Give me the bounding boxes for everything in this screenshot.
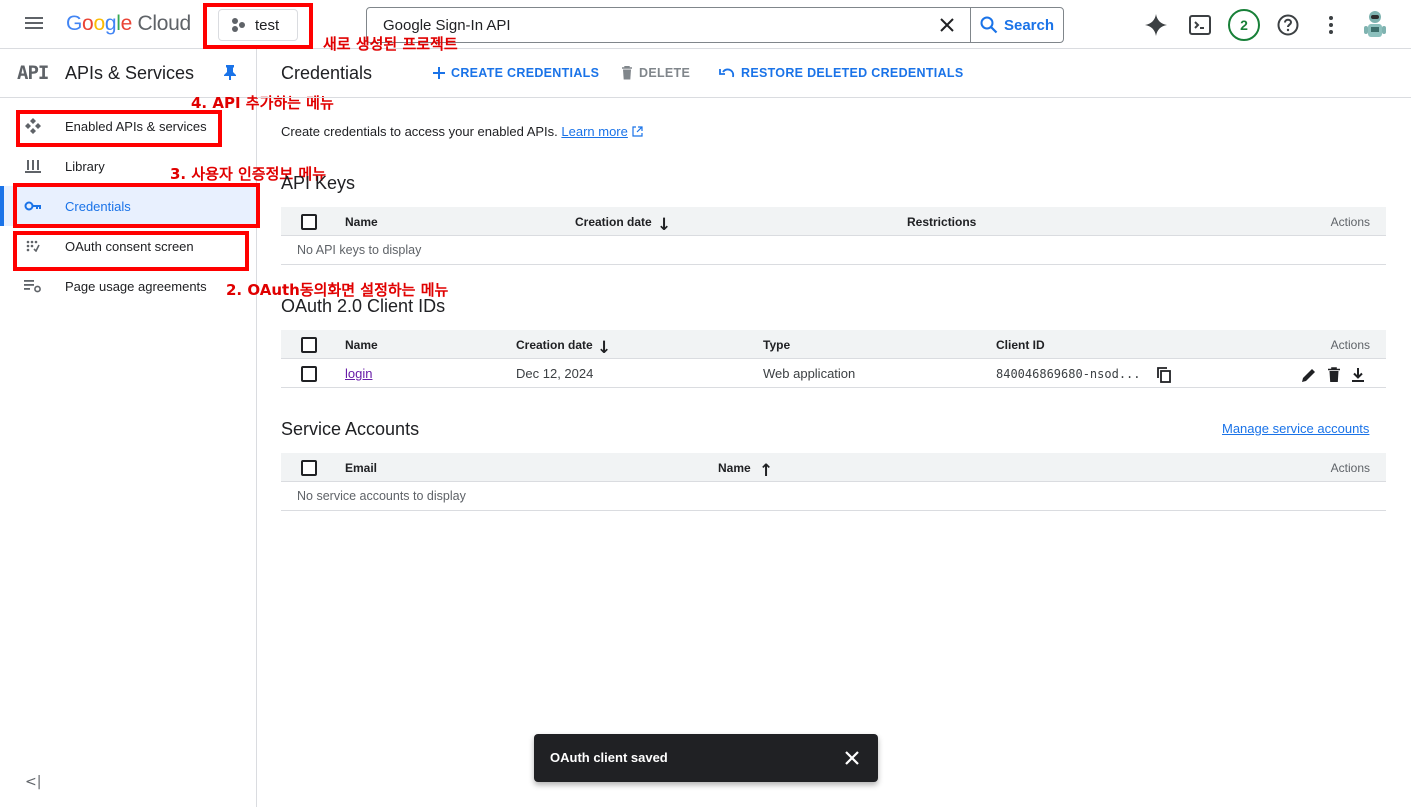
col-actions: Actions <box>1330 338 1370 352</box>
snackbar: OAuth client saved <box>534 734 878 782</box>
col-actions: Actions <box>1330 461 1370 475</box>
create-credentials-button[interactable]: CREATE CREDENTIALS <box>433 66 599 80</box>
close-icon[interactable] <box>840 746 864 770</box>
service-accounts-title: Service Accounts <box>281 419 420 439</box>
annotation-box-enabled-apis <box>16 110 222 147</box>
search-button-label: Search <box>1003 16 1055 34</box>
edit-pencil-icon[interactable] <box>1301 367 1319 385</box>
table-header: Name Creation date ↓ Type Client ID Acti… <box>281 330 1386 359</box>
col-client-id[interactable]: Client ID <box>996 338 1045 352</box>
plus-icon <box>433 67 445 79</box>
col-name[interactable]: Name <box>345 338 378 352</box>
sidebar-item-label: Library <box>65 158 105 174</box>
sort-asc-icon[interactable]: ↑ <box>759 461 773 481</box>
help-icon[interactable] <box>1273 10 1303 40</box>
google-cloud-logo[interactable]: Google Cloud <box>66 12 191 36</box>
learn-more-link[interactable]: Learn more <box>561 124 627 139</box>
empty-message: No service accounts to display <box>297 489 466 503</box>
pin-icon[interactable] <box>223 64 237 85</box>
select-all-checkbox[interactable] <box>301 460 317 476</box>
library-icon <box>24 157 42 175</box>
sidebar-item-page-usage[interactable]: Page usage agreements <box>0 266 256 306</box>
search-box: Search <box>366 7 1064 43</box>
notifications-badge[interactable]: 2 <box>1227 8 1261 42</box>
more-vert-icon[interactable] <box>1316 10 1346 40</box>
restore-label: RESTORE DELETED CREDENTIALS <box>741 66 964 80</box>
logo-cloud-text: Cloud <box>137 12 192 35</box>
restore-icon <box>719 68 735 78</box>
manage-service-accounts-link[interactable]: Manage service accounts <box>1222 421 1369 436</box>
col-name[interactable]: Name <box>345 215 378 229</box>
intro-description: Create credentials to access your enable… <box>281 124 558 139</box>
logo-google-text: Google <box>66 12 132 35</box>
delete-trash-icon[interactable] <box>1327 367 1345 385</box>
delete-label: DELETE <box>639 66 691 80</box>
cloud-shell-terminal-icon[interactable] <box>1185 10 1215 40</box>
api-keys-table: Name Creation date ↓ Restrictions Action… <box>281 207 1386 265</box>
copy-icon[interactable] <box>1157 367 1175 385</box>
clear-search-icon[interactable] <box>923 8 971 42</box>
annotation-box-oauth <box>13 231 249 271</box>
account-avatar[interactable] <box>1360 8 1390 42</box>
service-accounts-table: Email Name ↑ Actions No service accounts… <box>281 453 1386 511</box>
page-usage-icon <box>24 277 42 295</box>
restore-deleted-credentials-button[interactable]: RESTORE DELETED CREDENTIALS <box>719 66 963 80</box>
table-header: Email Name ↑ Actions <box>281 453 1386 482</box>
client-creation-date: Dec 12, 2024 <box>516 366 594 381</box>
col-creation-date[interactable]: Creation date <box>516 338 593 352</box>
create-credentials-label: CREATE CREDENTIALS <box>451 66 600 80</box>
search-icon <box>980 16 998 34</box>
client-type: Web application <box>763 366 856 381</box>
col-name[interactable]: Name <box>718 461 751 475</box>
annotation-box-credentials <box>13 183 260 228</box>
sort-desc-icon[interactable]: ↓ <box>657 215 671 235</box>
empty-row: No API keys to display <box>281 236 1386 265</box>
search-button[interactable]: Search <box>971 8 1063 42</box>
main-header: Credentials CREATE CREDENTIALS DELETE RE… <box>257 49 1411 98</box>
oauth-clients-table: Name Creation date ↓ Type Client ID Acti… <box>281 330 1386 388</box>
intro-text: Create credentials to access your enable… <box>281 124 643 139</box>
empty-message: No API keys to display <box>297 243 422 257</box>
col-type[interactable]: Type <box>763 338 790 352</box>
snackbar-message: OAuth client saved <box>550 750 668 765</box>
row-checkbox[interactable] <box>301 366 317 382</box>
gemini-sparkle-icon[interactable] <box>1141 10 1171 40</box>
col-creation-date[interactable]: Creation date <box>575 215 652 229</box>
hamburger-menu-icon[interactable] <box>22 14 46 34</box>
delete-button[interactable]: DELETE <box>621 66 690 80</box>
annotation-box-project <box>203 3 313 49</box>
sort-desc-icon[interactable]: ↓ <box>597 338 611 358</box>
external-link-icon <box>631 126 643 137</box>
trash-icon <box>622 66 632 80</box>
api-keys-title: API Keys <box>281 173 356 193</box>
api-logo-icon: API <box>17 62 49 84</box>
client-name-link[interactable]: login <box>345 366 372 381</box>
select-all-checkbox[interactable] <box>301 214 317 230</box>
download-icon[interactable] <box>1351 367 1369 385</box>
sidebar-header: API APIs & Services <box>0 49 256 98</box>
client-id-value: 840046869680-nsod... <box>996 367 1141 381</box>
collapse-sidebar-icon[interactable]: <| <box>25 774 41 790</box>
page-title: Credentials <box>281 63 373 83</box>
col-email[interactable]: Email <box>345 461 377 475</box>
empty-row: No service accounts to display <box>281 482 1386 511</box>
sidebar-title: APIs & Services <box>65 63 195 83</box>
select-all-checkbox[interactable] <box>301 337 317 353</box>
col-actions: Actions <box>1330 215 1370 229</box>
notifications-count: 2 <box>1228 9 1260 41</box>
col-restrictions: Restrictions <box>907 215 977 229</box>
sidebar-item-label: Page usage agreements <box>65 278 207 294</box>
oauth-clients-title: OAuth 2.0 Client IDs <box>281 296 446 316</box>
table-row: login Dec 12, 2024 Web application 84004… <box>281 359 1386 388</box>
table-header: Name Creation date ↓ Restrictions Action… <box>281 207 1386 236</box>
